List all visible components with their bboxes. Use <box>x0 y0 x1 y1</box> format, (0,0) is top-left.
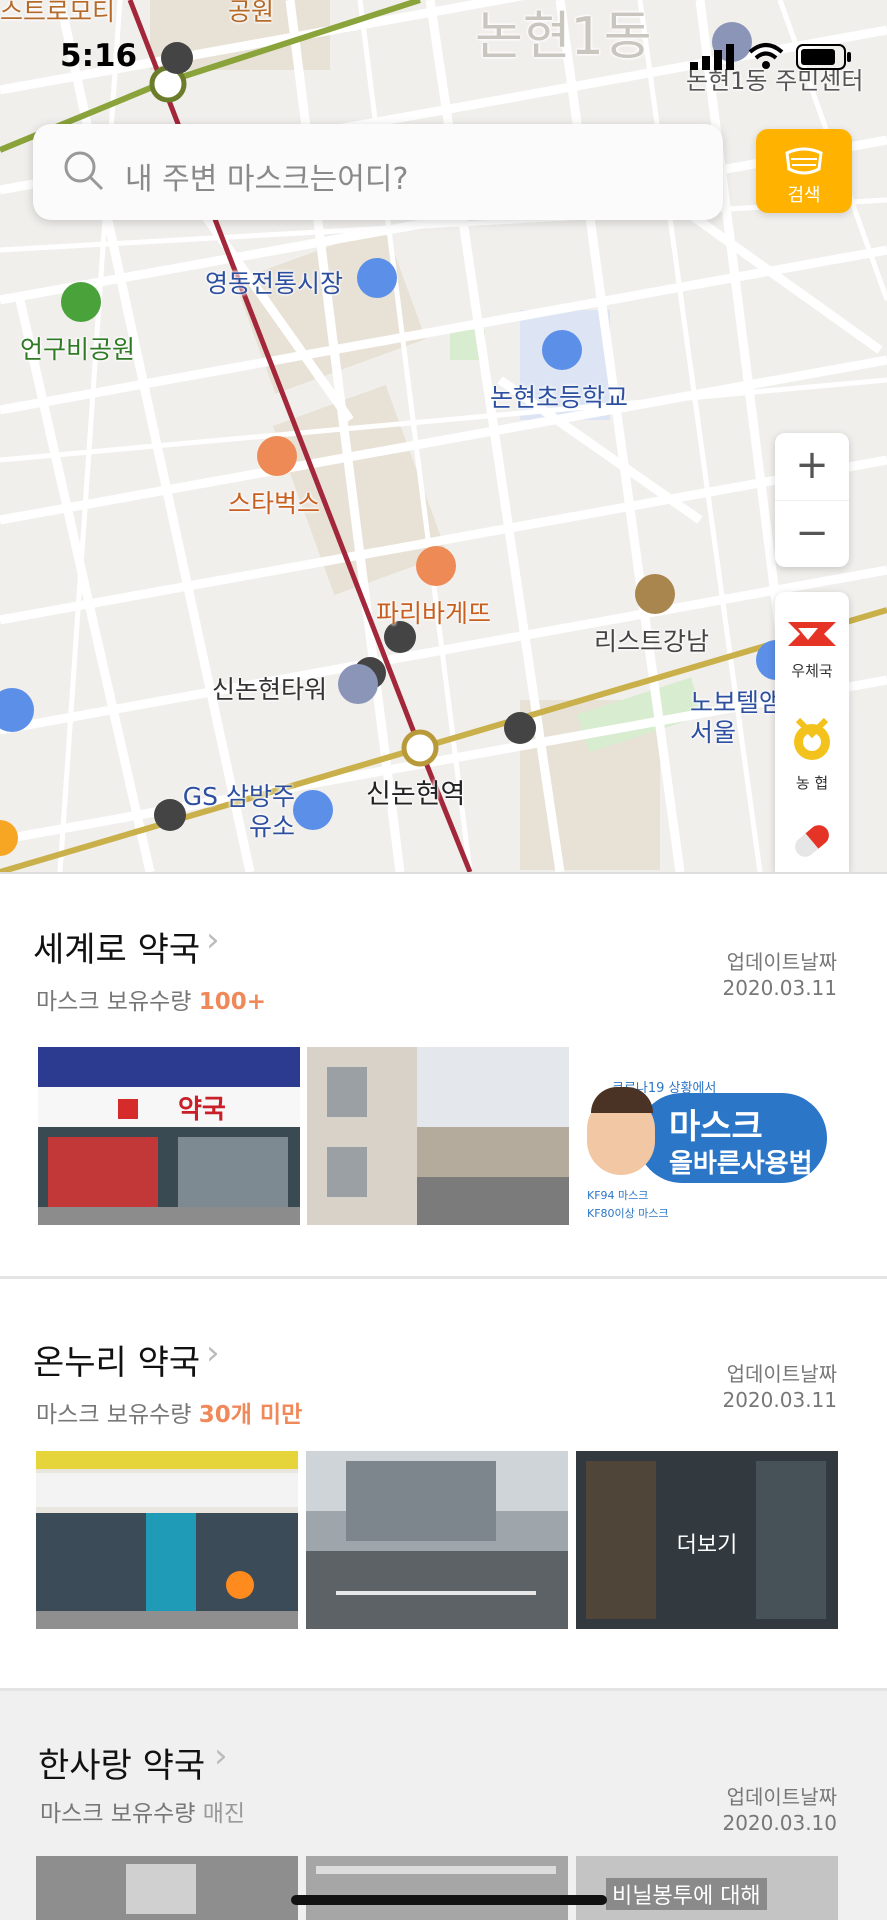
more-label: 더보기 <box>676 1533 738 1558</box>
poi-label-gas-station: GS 삼방주유소 <box>182 782 295 841</box>
zoom-in-button[interactable]: + <box>775 433 849 501</box>
poi-marker[interactable] <box>338 664 378 704</box>
update-label: 업데이트날짜 <box>726 950 837 974</box>
wifi-icon <box>748 43 784 69</box>
battery-icon <box>796 44 851 70</box>
stock-label: 마스크 보유수량 <box>36 1402 192 1428</box>
poi-label-paris-baguette: 파리바게뜨 <box>376 599 492 628</box>
pharmacy-more-button[interactable]: 더보기 <box>576 1451 838 1629</box>
pharmacy-name[interactable]: 온누리 약국 <box>33 1335 200 1384</box>
cellular-signal-icon <box>690 44 734 70</box>
update-date: 2020.03.11 <box>722 976 837 1000</box>
update-label: 업데이트날짜 <box>726 1785 837 1809</box>
poi-marker[interactable] <box>61 282 101 322</box>
filter-label: 우체국 <box>791 662 833 680</box>
stock-info: 마스크 보유수량 매진 <box>40 1794 245 1828</box>
stock-value: 매진 <box>202 1801 246 1827</box>
nonghyup-icon <box>794 717 830 760</box>
pill-icon <box>795 825 829 857</box>
update-label: 업데이트날짜 <box>726 1362 837 1386</box>
update-date: 2020.03.10 <box>722 1811 837 1835</box>
zoom-out-button[interactable]: − <box>775 501 849 568</box>
search-button-label: 검색 <box>787 185 821 206</box>
chevron-right-icon: › <box>214 1736 228 1776</box>
pharmacy-name[interactable]: 세계로 약국 <box>33 922 200 971</box>
pharmacy-photo[interactable] <box>36 1451 298 1629</box>
poster-text: KF94 마스크 <box>587 1189 649 1202</box>
poster-text: KF80이상 마스크 <box>587 1207 669 1220</box>
home-indicator[interactable] <box>291 1895 607 1905</box>
mask-icon <box>785 147 823 175</box>
poi-label-list-gangnam: 리스트강남 <box>594 627 710 656</box>
zoom-control: + − <box>775 433 849 567</box>
poi-marker[interactable] <box>542 330 582 370</box>
update-date: 2020.03.11 <box>722 1388 837 1412</box>
chevron-right-icon: › <box>206 1333 220 1373</box>
poi-label-market: 영동전통시장 <box>205 269 344 298</box>
poi-marker[interactable] <box>635 574 675 614</box>
stock-label: 마스크 보유수량 <box>40 1801 196 1827</box>
pharmacy-photo[interactable] <box>306 1451 568 1629</box>
update-info: 업데이트날짜 2020.03.10 <box>722 1784 837 1836</box>
stock-value: 30개 미만 <box>198 1402 303 1428</box>
stock-value: 100+ <box>198 989 267 1015</box>
poster-text: 마스크 <box>669 1107 763 1147</box>
pharmacy-photo[interactable]: 코로나19 상황에서 마스크 올바른사용법 KF94 마스크 KF80이상 마스… <box>577 1047 839 1225</box>
pharmacy-photo[interactable]: 비닐봉투에 대해 <box>576 1856 838 1920</box>
chevron-right-icon: › <box>206 920 220 960</box>
poi-label-school: 논현초등학교 <box>490 383 629 412</box>
poi-label-starbucks: 스타벅스 <box>228 489 321 518</box>
update-info: 업데이트날짜 2020.03.11 <box>722 949 837 1001</box>
pharmacy-name[interactable]: 한사랑 약국 <box>38 1738 205 1787</box>
stock-info: 마스크 보유수량 30개 미만 <box>36 1395 302 1429</box>
stock-info: 마스크 보유수량 100+ <box>36 982 266 1016</box>
search-icon <box>64 151 104 191</box>
divider <box>0 1688 887 1691</box>
pharmacy-photo[interactable] <box>306 1856 568 1920</box>
poi-marker[interactable] <box>293 790 333 830</box>
poi-marker[interactable] <box>416 546 456 586</box>
poi-label-park: 언구비공원 <box>20 335 136 364</box>
update-info: 업데이트날짜 2020.03.11 <box>722 1361 837 1413</box>
poi-label-station: 신논현역 <box>366 779 466 810</box>
photo-sign-text: 비닐봉투에 대해 <box>606 1878 767 1910</box>
pharmacy-list: 세계로 약국 › 마스크 보유수량 100+ 업데이트날짜 2020.03.11… <box>0 872 887 1920</box>
status-bar: 5:16 <box>0 0 887 110</box>
pharmacy-photo[interactable] <box>307 1047 569 1225</box>
place-filter-panel: 우체국 농 협 <box>775 592 849 872</box>
post-office-icon <box>788 622 836 646</box>
search-input[interactable]: 내 주변 마스크는어디? <box>125 154 408 198</box>
status-time: 5:16 <box>60 38 138 74</box>
filter-nonghyup[interactable]: 농 협 <box>775 716 849 793</box>
poi-marker[interactable] <box>357 258 397 298</box>
filter-label: 농 협 <box>795 774 829 792</box>
pharmacy-card[interactable]: 온누리 약국 › 마스크 보유수량 30개 미만 업데이트날짜 2020.03.… <box>0 1279 887 1629</box>
pharmacy-photo[interactable]: 약국 <box>38 1047 300 1225</box>
poster-text: 올바른사용법 <box>669 1149 813 1179</box>
search-bar[interactable]: 내 주변 마스크는어디? <box>33 124 723 220</box>
filter-pharmacy[interactable] <box>775 816 849 870</box>
filter-post-office[interactable]: 우체국 <box>775 618 849 681</box>
pharmacy-photo[interactable] <box>36 1856 298 1920</box>
pharmacy-card[interactable]: 세계로 약국 › 마스크 보유수량 100+ 업데이트날짜 2020.03.11… <box>0 872 887 1276</box>
poi-label-tower: 신논현타워 <box>212 675 328 704</box>
photo-sign-text: 약국 <box>178 1095 226 1125</box>
stock-label: 마스크 보유수량 <box>36 989 192 1015</box>
pharmacy-card-soldout[interactable]: 한사랑 약국 › 마스크 보유수량 매진 업데이트날짜 2020.03.10 비… <box>0 1688 887 1920</box>
poi-marker[interactable] <box>257 436 297 476</box>
search-button[interactable]: 검색 <box>756 129 852 213</box>
